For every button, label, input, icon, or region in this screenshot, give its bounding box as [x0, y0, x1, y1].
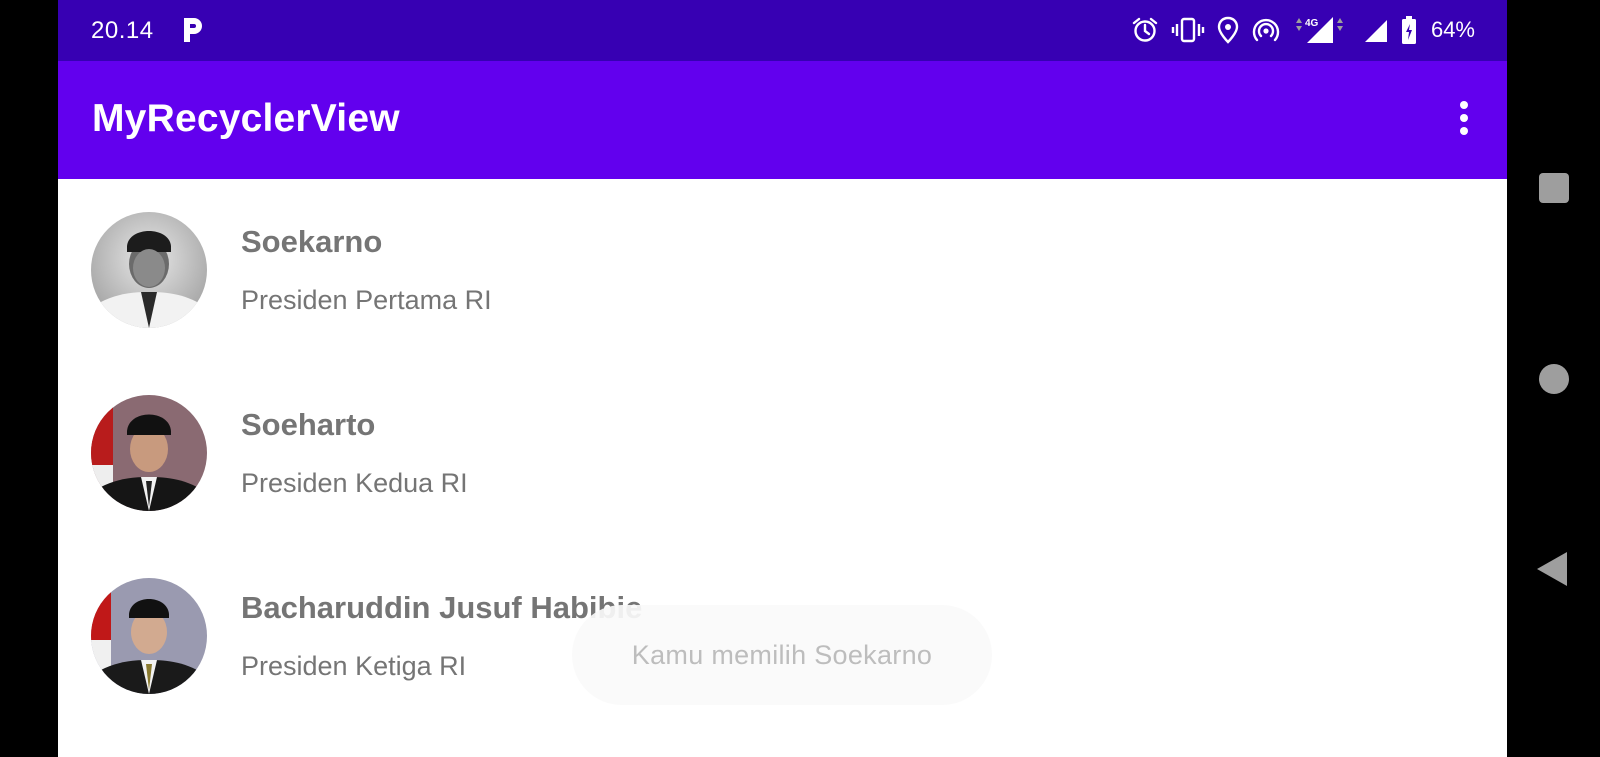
left-bezel	[0, 0, 58, 757]
vibrate-icon	[1171, 17, 1205, 43]
app-title: MyRecyclerView	[92, 97, 400, 140]
status-icons: 4G 64%	[1131, 13, 1475, 47]
alarm-icon	[1132, 17, 1158, 42]
app-screen: 20.14 4G 64% MyRecyclerView Soekarno Pre…	[58, 0, 1507, 757]
p-app-icon	[184, 18, 202, 42]
recents-icon[interactable]	[1538, 173, 1569, 203]
hotspot-icon	[1252, 18, 1280, 42]
item-name: Soekarno	[241, 224, 383, 259]
item-description: Presiden Kedua RI	[241, 468, 468, 498]
mobile-signal-icon: 4G	[1295, 17, 1343, 43]
home-icon[interactable]	[1538, 364, 1569, 394]
back-icon[interactable]	[1536, 552, 1567, 586]
item-name: Soeharto	[241, 407, 376, 442]
location-icon	[1217, 16, 1239, 44]
app-bar: MyRecyclerView	[58, 61, 1507, 179]
overflow-menu-icon[interactable]	[1457, 101, 1471, 141]
wifi-signal-icon	[1364, 20, 1387, 42]
list-item[interactable]: Soeharto Presiden Kedua RI	[58, 362, 1507, 545]
item-description: Presiden Pertama RI	[241, 285, 492, 315]
toast-message: Kamu memilih Soekarno	[631, 639, 933, 670]
avatar	[91, 395, 207, 511]
network-type-label: 4G	[1305, 18, 1319, 29]
avatar	[91, 212, 207, 328]
status-bar: 20.14 4G 64%	[58, 0, 1507, 61]
item-name: Bacharuddin Jusuf Habibie	[241, 590, 643, 625]
battery-percentage: 64%	[1430, 17, 1475, 42]
list-item[interactable]: Soekarno Presiden Pertama RI	[58, 179, 1507, 362]
item-description: Presiden Ketiga RI	[241, 651, 467, 681]
toast: Kamu memilih Soekarno	[572, 605, 992, 705]
battery-icon	[1401, 16, 1416, 44]
avatar	[91, 578, 207, 694]
status-time: 20.14	[91, 17, 154, 44]
navigation-bar	[1507, 0, 1600, 757]
